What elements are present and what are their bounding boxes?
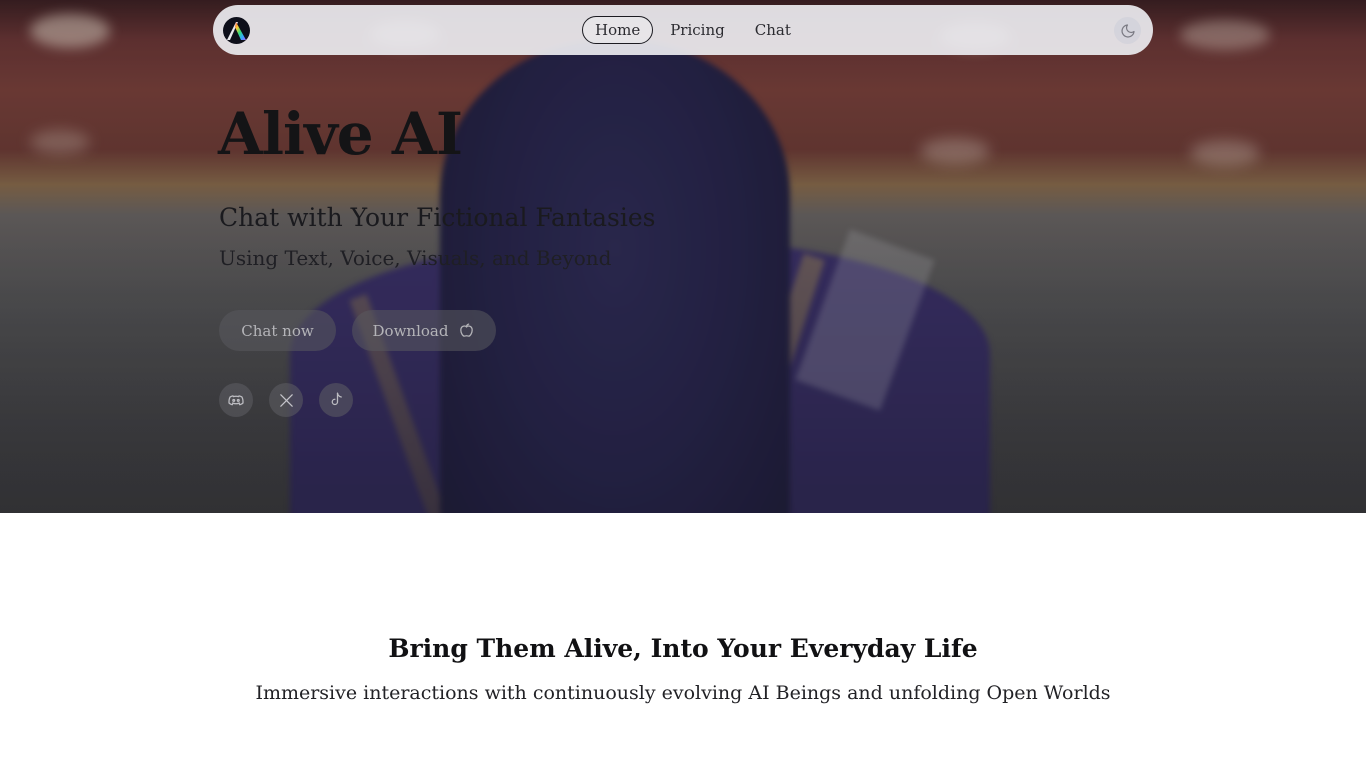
section-subtitle: Immersive interactions with continuously…	[255, 682, 1111, 704]
discord-icon	[228, 395, 244, 406]
moon-icon	[1120, 23, 1135, 38]
chat-now-button[interactable]: Chat now	[219, 310, 336, 351]
section-title: Bring Them Alive, Into Your Everyday Lif…	[388, 634, 978, 663]
features-intro-section: Bring Them Alive, Into Your Everyday Lif…	[0, 513, 1366, 768]
download-label: Download	[372, 321, 449, 340]
nav-pricing-link[interactable]: Pricing	[657, 16, 738, 44]
x-button[interactable]	[269, 383, 303, 417]
discord-button[interactable]	[219, 383, 253, 417]
chat-now-label: Chat now	[241, 321, 314, 340]
nav-links: Home Pricing Chat	[582, 16, 808, 44]
hero-title: Alive AI	[218, 100, 463, 168]
tiktok-icon	[331, 392, 342, 406]
top-navbar: Home Pricing Chat	[213, 5, 1153, 55]
download-button[interactable]: Download	[352, 310, 496, 351]
nav-chat-link[interactable]: Chat	[742, 16, 804, 44]
hero-section: Home Pricing Chat Alive AI Chat with You…	[0, 0, 1366, 513]
nav-home-link[interactable]: Home	[582, 16, 654, 44]
rainbow-slash-logo[interactable]	[223, 17, 250, 44]
theme-toggle-button[interactable]	[1114, 17, 1141, 44]
tiktok-button[interactable]	[319, 383, 353, 417]
apple-icon	[460, 323, 474, 337]
x-icon	[279, 393, 293, 407]
hero-subtitle: Chat with Your Fictional Fantasies	[219, 203, 656, 232]
hero-tagline: Using Text, Voice, Visuals, and Beyond	[219, 246, 612, 270]
